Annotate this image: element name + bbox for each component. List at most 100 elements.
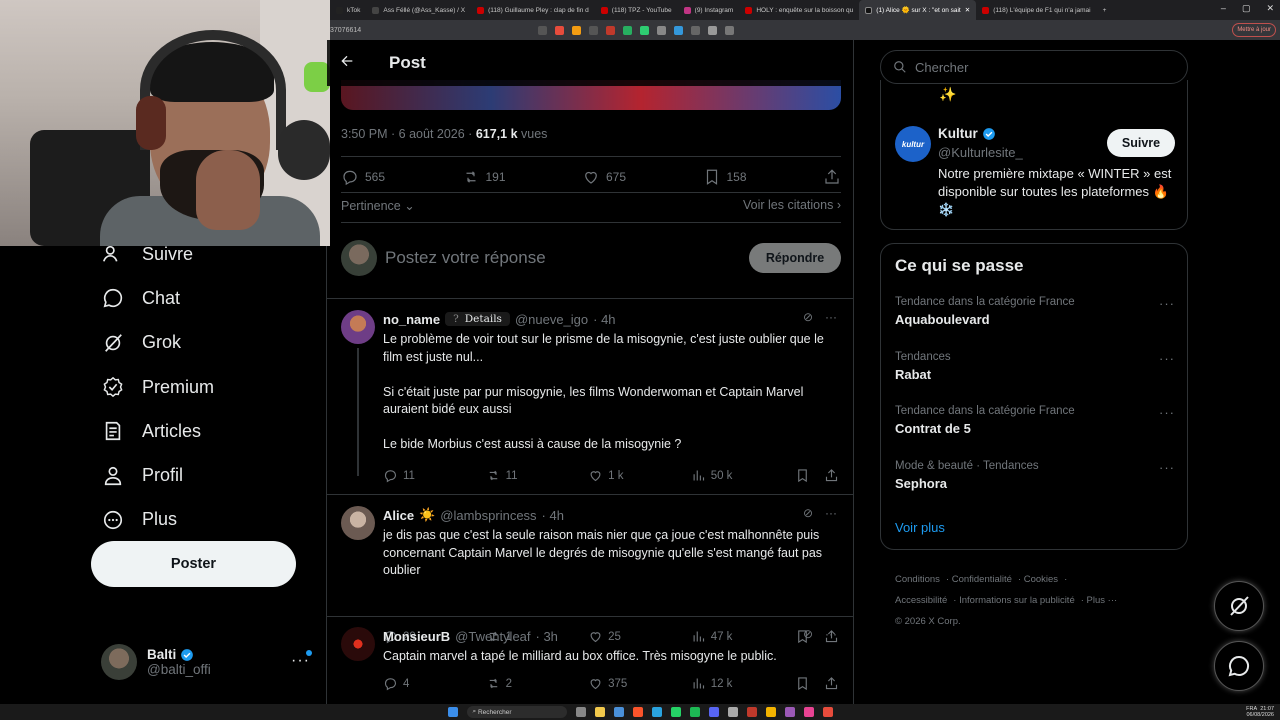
app-icon[interactable] bbox=[689, 707, 700, 717]
file-explorer-icon[interactable] bbox=[594, 707, 605, 717]
grok-icon[interactable]: ⊘ bbox=[803, 310, 813, 324]
browser-tab[interactable]: (118) L'équipe de F1 qui n'a jamai bbox=[976, 0, 1096, 20]
grok-icon[interactable]: ⊘ bbox=[803, 627, 813, 641]
avatar[interactable] bbox=[341, 506, 375, 540]
browser-tab[interactable]: Ass Féllé (@Ass_Kasse) / X bbox=[366, 0, 471, 20]
footer-link-ads-info[interactable]: Informations sur la publicité bbox=[959, 595, 1075, 606]
extension-icon[interactable] bbox=[555, 25, 564, 35]
extension-icon[interactable] bbox=[623, 25, 632, 35]
kultur-logo[interactable]: kultur bbox=[895, 126, 931, 162]
author-handle[interactable]: @Twentyleaf bbox=[455, 629, 530, 644]
new-tab-button[interactable]: + bbox=[1097, 0, 1113, 20]
footer-link-accessibility[interactable]: Accessibilité bbox=[895, 595, 947, 606]
sidebar-item-articles[interactable]: Articles bbox=[90, 409, 310, 453]
author-handle[interactable]: @lambsprincess bbox=[440, 508, 536, 523]
task-view-icon[interactable] bbox=[575, 707, 586, 717]
repost-button[interactable]: 2 bbox=[486, 676, 526, 691]
more-options-icon[interactable]: ··· bbox=[1159, 460, 1175, 475]
sidebar-item-premium[interactable]: Premium bbox=[90, 365, 310, 409]
author-name[interactable]: MonsieurB bbox=[383, 629, 450, 644]
reply-tweet[interactable]: Alice ☀️ @lambsprincess · 4h ⊘ ··· je dis… bbox=[341, 506, 841, 644]
trend-item[interactable]: Tendance dans la catégorie France Aquabo… bbox=[895, 296, 1175, 327]
sort-dropdown[interactable]: Pertinence ⌄ bbox=[341, 198, 415, 213]
post-button[interactable]: Poster bbox=[91, 541, 296, 587]
maximize-icon[interactable]: ▢ bbox=[1242, 3, 1251, 14]
avatar[interactable] bbox=[341, 310, 375, 344]
tweet-time[interactable]: · 3h bbox=[536, 629, 558, 644]
close-tab-icon[interactable]: ✕ bbox=[965, 6, 970, 14]
like-button[interactable]: 1 k bbox=[588, 468, 628, 483]
tweet-time[interactable]: · 4h bbox=[593, 312, 615, 327]
bookmark-icon[interactable] bbox=[795, 468, 810, 483]
footer-link-privacy[interactable]: Confidentialité bbox=[952, 574, 1012, 585]
windows-start-icon[interactable] bbox=[447, 707, 458, 717]
sidebar-item-chat[interactable]: Chat bbox=[90, 276, 310, 320]
sidebar-item-grok[interactable]: Grok bbox=[90, 321, 310, 365]
promo-handle[interactable]: @Kulturlesite_ bbox=[938, 145, 1023, 160]
sidebar-item-profile[interactable]: Profil bbox=[90, 453, 310, 497]
reply-button[interactable]: 11 bbox=[383, 468, 423, 483]
browser-tab[interactable]: (9) Instagram bbox=[678, 0, 740, 20]
minimize-icon[interactable]: – bbox=[1221, 3, 1226, 14]
app-icon[interactable] bbox=[708, 707, 719, 717]
extension-icon[interactable] bbox=[691, 25, 700, 35]
extension-icon[interactable] bbox=[725, 25, 734, 35]
sidebar-item-more[interactable]: Plus bbox=[90, 498, 310, 542]
reply-tweet[interactable]: MonsieurB @Twentyleaf · 3h ⊘ ··· Captain … bbox=[341, 627, 841, 704]
browser-tab[interactable]: kTok bbox=[330, 0, 366, 20]
close-window-icon[interactable]: ✕ bbox=[1266, 3, 1274, 14]
repost-button[interactable]: 191 bbox=[462, 168, 506, 186]
share-icon[interactable] bbox=[824, 676, 839, 691]
extension-icon[interactable] bbox=[606, 25, 615, 35]
back-arrow-icon[interactable] bbox=[339, 53, 369, 74]
whatsapp-icon[interactable] bbox=[670, 707, 681, 717]
bookmark-icon[interactable] bbox=[795, 676, 810, 691]
extension-icon[interactable] bbox=[708, 25, 717, 35]
taskbar-search[interactable]: ⌕ Rechercher bbox=[466, 706, 567, 718]
like-button[interactable]: 675 bbox=[582, 168, 626, 186]
trend-item[interactable]: Tendance dans la catégorie France Contra… bbox=[895, 405, 1175, 436]
tweet-time[interactable]: · 4h bbox=[542, 508, 564, 523]
more-options-icon[interactable]: ··· bbox=[1159, 296, 1175, 311]
extension-icon[interactable] bbox=[657, 25, 666, 35]
promo-account-name[interactable]: Kultur bbox=[938, 126, 996, 141]
see-more-link[interactable]: Voir plus bbox=[895, 520, 945, 535]
reply-button[interactable]: 565 bbox=[341, 168, 385, 186]
author-handle[interactable]: @nueve_igo bbox=[515, 312, 588, 327]
views-button[interactable]: 12 k bbox=[691, 676, 732, 691]
more-options-icon[interactable]: ··· bbox=[825, 506, 837, 520]
extension-icon[interactable] bbox=[640, 25, 649, 35]
post-timestamp[interactable]: 3:50 PM · 6 août 2026 · bbox=[341, 127, 476, 141]
author-name[interactable]: Alice bbox=[383, 508, 414, 523]
more-options-icon[interactable]: ··· bbox=[825, 310, 837, 324]
grok-fab-button[interactable] bbox=[1214, 581, 1264, 631]
browser-tab[interactable]: (118) TPZ - YouTube bbox=[595, 0, 678, 20]
app-icon[interactable] bbox=[803, 707, 814, 717]
trend-item[interactable]: Tendances Rabat ··· bbox=[895, 351, 1175, 382]
extension-icon[interactable] bbox=[572, 25, 581, 35]
trend-item[interactable]: Mode & beauté · Tendances Sephora ··· bbox=[895, 460, 1175, 491]
like-button[interactable]: 375 bbox=[588, 676, 628, 691]
reply-input[interactable]: Postez votre réponse bbox=[385, 248, 749, 268]
extension-icon[interactable] bbox=[589, 25, 598, 35]
messages-fab-button[interactable] bbox=[1214, 641, 1264, 691]
app-icon[interactable] bbox=[727, 707, 738, 717]
reply-submit-button[interactable]: Répondre bbox=[749, 243, 841, 273]
avatar[interactable] bbox=[341, 627, 375, 661]
footer-link-more[interactable]: Plus ··· bbox=[1087, 595, 1118, 606]
browser-tab[interactable]: (118) Guillaume Pley : clap de fin d bbox=[471, 0, 595, 20]
app-icon[interactable] bbox=[822, 707, 833, 717]
account-switcher[interactable]: Balti @balti_offi ··· bbox=[101, 642, 316, 682]
app-icon[interactable] bbox=[746, 707, 757, 717]
author-name[interactable]: no_name bbox=[383, 312, 440, 327]
repost-button[interactable]: 11 bbox=[486, 468, 526, 483]
more-options-icon[interactable]: ··· bbox=[1159, 405, 1175, 420]
system-tray[interactable]: FRA 21:07 06/08/2026 bbox=[1246, 706, 1274, 718]
follow-button[interactable]: Suivre bbox=[1107, 129, 1175, 157]
extension-icon[interactable] bbox=[538, 25, 547, 35]
reply-tweet[interactable]: no_name ? Details @nueve_igo · 4h ⊘ ··· Le… bbox=[341, 310, 841, 490]
app-icon[interactable] bbox=[784, 707, 795, 717]
update-button[interactable]: Mettre à jour bbox=[1232, 23, 1276, 37]
brave-icon[interactable] bbox=[632, 707, 643, 717]
search-input[interactable]: Chercher bbox=[880, 50, 1188, 84]
